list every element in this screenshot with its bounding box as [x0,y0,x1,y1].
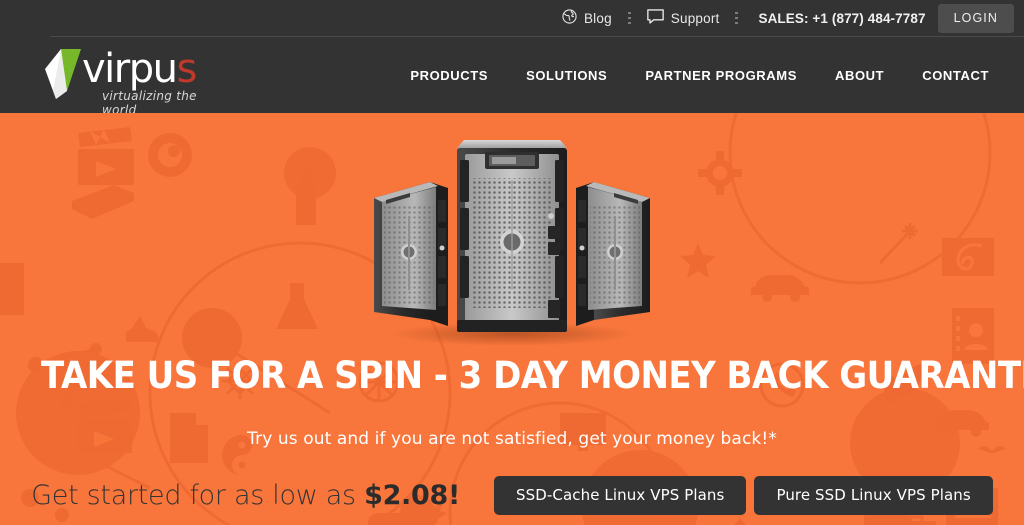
nav-menu: PRODUCTS SOLUTIONS PARTNER PROGRAMS ABOU… [391,37,1008,113]
get-started-text: Get started for as low as $2.08! [31,480,460,511]
blog-label: Blog [583,10,612,26]
hero-headline: TAKE US FOR A SPIN - 3 DAY MONEY BACK GU… [40,354,1024,397]
main-navbar: virpus virtualizing the world PRODUCTS S… [0,37,1024,117]
utility-topbar: Blog Support SALES: +1 (877) 484-7787 LO… [0,0,1024,36]
hero-banner: TAKE US FOR A SPIN - 3 DAY MONEY BACK GU… [0,113,1024,525]
logo-word-main: virpu [82,46,178,92]
logo-word-accent: s [176,46,197,92]
hero-cta-row: Get started for as low as $2.08! SSD-Cac… [0,465,1024,525]
server-product-image [374,140,650,345]
site-logo[interactable]: virpus virtualizing the world [44,45,234,117]
price-value: $2.08! [364,479,460,511]
utility-topbar-links: Blog Support SALES: +1 (877) 484-7787 LO… [552,0,1024,36]
pure-ssd-linux-vps-plans-button[interactable]: Pure SSD Linux VPS Plans [754,475,993,515]
nav-item-products[interactable]: PRODUCTS [391,68,507,83]
sales-phone[interactable]: SALES: +1 (877) 484-7787 [744,11,937,26]
support-link[interactable]: Support [637,9,730,27]
page-root: Blog Support SALES: +1 (877) 484-7787 LO… [0,0,1024,525]
separator-dots [627,11,631,25]
speech-bubble-icon [646,9,664,27]
globe-icon [562,9,577,27]
logo-wordmark: virpus [82,45,197,93]
nav-item-contact[interactable]: CONTACT [903,68,1008,83]
get-started-label: Get started for as low as [31,479,356,511]
nav-item-partner-programs[interactable]: PARTNER PROGRAMS [626,68,816,83]
separator-dots-2 [735,11,739,25]
nav-item-solutions[interactable]: SOLUTIONS [507,68,626,83]
ssd-cache-linux-vps-plans-button[interactable]: SSD-Cache Linux VPS Plans [494,475,747,515]
hero-subheadline: Try us out and if you are not satisfied,… [247,429,777,449]
blog-link[interactable]: Blog [552,9,622,27]
nav-item-about[interactable]: ABOUT [816,68,903,83]
support-label: Support [670,10,720,26]
login-button[interactable]: LOGIN [937,3,1014,33]
